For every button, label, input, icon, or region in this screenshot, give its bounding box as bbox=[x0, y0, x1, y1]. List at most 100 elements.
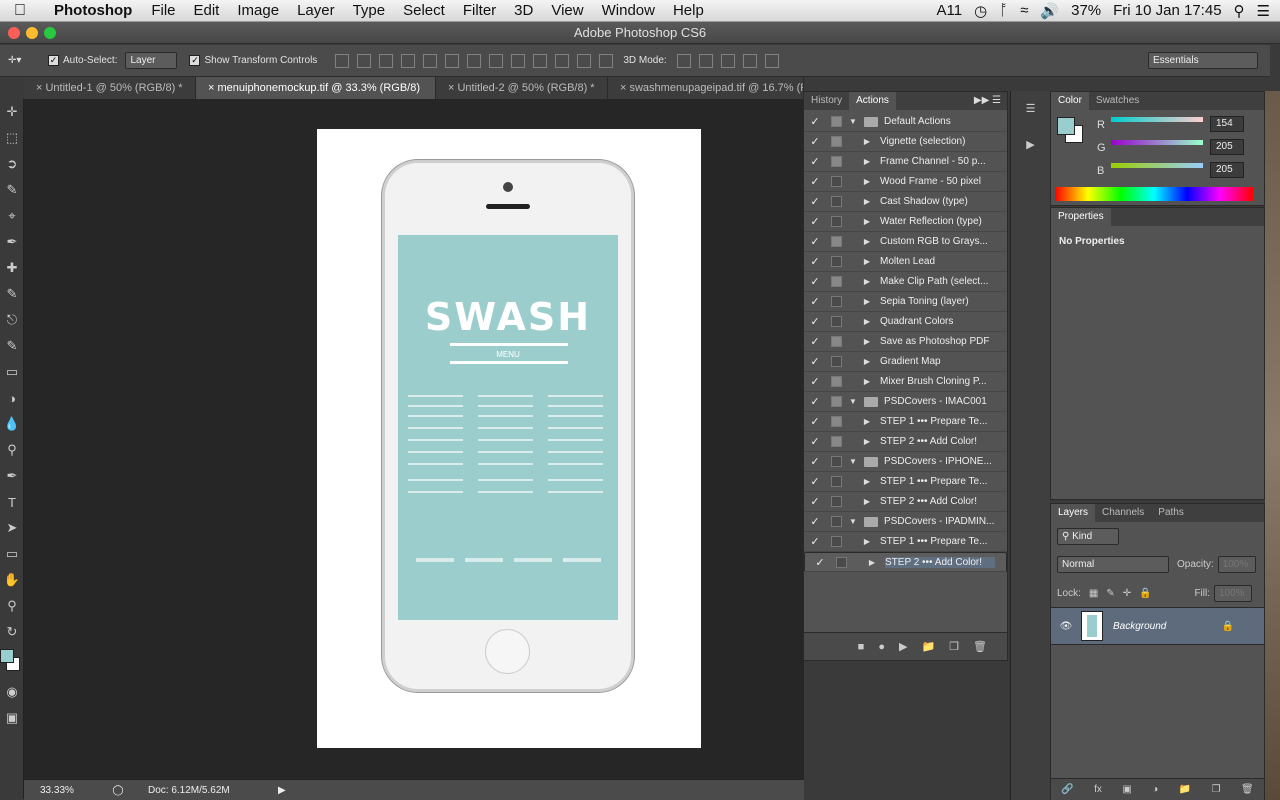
swap-colors-icon[interactable]: ↻ bbox=[0, 619, 24, 645]
actions-panel-icon[interactable]: ▶ bbox=[1011, 127, 1050, 163]
distribute-vcenter-icon[interactable] bbox=[489, 53, 504, 68]
auto-select-dropdown[interactable]: Layer bbox=[125, 52, 178, 69]
action-row[interactable]: ✓ ▶ STEP 1 ••• Prepare Te... bbox=[804, 532, 1007, 552]
disclosure-collapsed-icon[interactable]: ▶ bbox=[860, 357, 874, 366]
action-enabled-checkmark-icon[interactable]: ✓ bbox=[804, 515, 826, 528]
color-foreground-swatch[interactable] bbox=[1057, 117, 1075, 135]
action-enabled-checkmark-icon[interactable]: ✓ bbox=[804, 355, 826, 368]
workspace-dropdown[interactable]: Essentials bbox=[1148, 52, 1258, 69]
action-row[interactable]: ✓ ▼ Default Actions bbox=[804, 112, 1007, 132]
action-dialog-toggle[interactable] bbox=[831, 556, 851, 568]
new-action-icon[interactable]: ❐ bbox=[949, 640, 959, 653]
3d-slide-icon[interactable] bbox=[742, 53, 757, 68]
action-enabled-checkmark-icon[interactable]: ✓ bbox=[804, 295, 826, 308]
action-row[interactable]: ✓ ▶ STEP 2 ••• Add Color! bbox=[804, 432, 1007, 452]
lock-all-icon[interactable]: 🔒 bbox=[1139, 588, 1151, 599]
align-top-icon[interactable] bbox=[335, 53, 350, 68]
menu-type[interactable]: Type bbox=[344, 0, 395, 22]
bluetooth-icon[interactable]: ᚩ bbox=[999, 2, 1008, 19]
new-layer-icon[interactable]: ❐ bbox=[1212, 784, 1221, 795]
history-brush-tool-icon[interactable]: ✎ bbox=[0, 333, 24, 359]
disclosure-collapsed-icon[interactable]: ▶ bbox=[860, 437, 874, 446]
status-icon[interactable]: ◯ bbox=[88, 785, 148, 796]
action-enabled-checkmark-icon[interactable]: ✓ bbox=[804, 155, 826, 168]
blur-tool-icon[interactable]: 💧 bbox=[0, 411, 24, 437]
link-layers-icon[interactable]: 🔗 bbox=[1061, 784, 1073, 795]
3d-drag-icon[interactable] bbox=[720, 53, 735, 68]
disclosure-collapsed-icon[interactable]: ▶ bbox=[860, 257, 874, 266]
distribute-left-icon[interactable] bbox=[533, 53, 548, 68]
action-dialog-toggle[interactable] bbox=[826, 476, 846, 487]
move-tool-icon[interactable]: ✛ bbox=[0, 99, 24, 125]
action-enabled-checkmark-icon[interactable]: ✓ bbox=[804, 475, 826, 488]
apple-icon[interactable]:  bbox=[0, 2, 40, 20]
path-selection-tool-icon[interactable]: ➤ bbox=[0, 515, 24, 541]
healing-brush-tool-icon[interactable]: ✚ bbox=[0, 255, 24, 281]
align-left-icon[interactable] bbox=[401, 53, 416, 68]
menu-image[interactable]: Image bbox=[228, 0, 288, 22]
action-row[interactable]: ✓ ▶ Make Clip Path (select... bbox=[804, 272, 1007, 292]
layer-row-background[interactable]: 👁 Background 🔒 bbox=[1051, 607, 1264, 645]
adobe-status-icon[interactable]: А11 bbox=[936, 2, 962, 19]
lock-position-icon[interactable]: ✛ bbox=[1123, 588, 1131, 599]
rectangle-tool-icon[interactable]: ▭ bbox=[0, 541, 24, 567]
notification-center-icon[interactable]: ☰ bbox=[1257, 2, 1270, 20]
action-row[interactable]: ✓ ▶ Mixer Brush Cloning P... bbox=[804, 372, 1007, 392]
distribute-bottom-icon[interactable] bbox=[511, 53, 526, 68]
action-enabled-checkmark-icon[interactable]: ✓ bbox=[804, 115, 826, 128]
align-right-icon[interactable] bbox=[445, 53, 460, 68]
blend-mode-dropdown[interactable]: Normal bbox=[1057, 556, 1169, 573]
eraser-tool-icon[interactable]: ▭ bbox=[0, 359, 24, 385]
action-dialog-toggle[interactable] bbox=[826, 136, 846, 147]
action-enabled-checkmark-icon[interactable]: ✓ bbox=[809, 556, 831, 569]
panel-menu-icon[interactable]: ▶▶ ☰ bbox=[974, 92, 1007, 110]
action-dialog-toggle[interactable] bbox=[826, 376, 846, 387]
quick-mask-icon[interactable]: ◉ bbox=[0, 679, 24, 705]
action-dialog-toggle[interactable] bbox=[826, 416, 846, 427]
menu-select[interactable]: Select bbox=[394, 0, 454, 22]
play-icon[interactable]: ▶ bbox=[899, 640, 907, 653]
clone-stamp-tool-icon[interactable]: ⎋ bbox=[0, 307, 24, 333]
tab-channels[interactable]: Channels bbox=[1095, 504, 1151, 522]
action-row[interactable]: ✓ ▶ Water Reflection (type) bbox=[804, 212, 1007, 232]
action-enabled-checkmark-icon[interactable]: ✓ bbox=[804, 415, 826, 428]
lock-image-icon[interactable]: ✎ bbox=[1106, 588, 1114, 599]
show-transform-checkbox[interactable]: ✓ bbox=[189, 55, 201, 66]
adjustment-layer-icon[interactable]: ◑ bbox=[1152, 784, 1158, 795]
brush-tool-icon[interactable]: ✎ bbox=[0, 281, 24, 307]
action-row[interactable]: ✓ ▼ PSDCovers - IPADMIN... bbox=[804, 512, 1007, 532]
hand-tool-icon[interactable]: ✋ bbox=[0, 567, 24, 593]
disclosure-expanded-icon[interactable]: ▼ bbox=[846, 457, 860, 466]
r-value[interactable]: 154 bbox=[1210, 116, 1244, 132]
action-dialog-toggle[interactable] bbox=[826, 296, 846, 307]
quick-select-tool-icon[interactable]: ✎ bbox=[0, 177, 24, 203]
action-dialog-toggle[interactable] bbox=[826, 276, 846, 287]
action-enabled-checkmark-icon[interactable]: ✓ bbox=[804, 195, 826, 208]
action-row[interactable]: ✓ ▶ Frame Channel - 50 p... bbox=[804, 152, 1007, 172]
paint-bucket-tool-icon[interactable]: ◑ bbox=[0, 385, 24, 411]
tab-paths[interactable]: Paths bbox=[1151, 504, 1191, 522]
tab-untitled-1[interactable]: × Untitled-1 @ 50% (RGB/8) * bbox=[24, 77, 196, 99]
disclosure-collapsed-icon[interactable]: ▶ bbox=[860, 317, 874, 326]
tab-untitled-2[interactable]: × Untitled-2 @ 50% (RGB/8) * bbox=[436, 77, 608, 99]
fill-field[interactable]: 100% bbox=[1214, 585, 1252, 602]
action-row[interactable]: ✓ ▶ STEP 1 ••• Prepare Te... bbox=[804, 412, 1007, 432]
action-row[interactable]: ✓ ▶ Cast Shadow (type) bbox=[804, 192, 1007, 212]
layer-style-icon[interactable]: fx bbox=[1094, 784, 1102, 795]
action-row[interactable]: ✓ ▶ STEP 1 ••• Prepare Te... bbox=[804, 472, 1007, 492]
action-enabled-checkmark-icon[interactable]: ✓ bbox=[804, 175, 826, 188]
add-mask-icon[interactable]: ▣ bbox=[1122, 784, 1131, 795]
action-row[interactable]: ✓ ▶ Wood Frame - 50 pixel bbox=[804, 172, 1007, 192]
action-dialog-toggle[interactable] bbox=[826, 176, 846, 187]
pen-tool-icon[interactable]: ✒ bbox=[0, 463, 24, 489]
align-vcenter-icon[interactable] bbox=[357, 53, 372, 68]
new-set-icon[interactable]: 📁 bbox=[921, 640, 935, 653]
action-enabled-checkmark-icon[interactable]: ✓ bbox=[804, 335, 826, 348]
foreground-color-swatch[interactable] bbox=[0, 649, 14, 663]
action-row[interactable]: ✓ ▼ PSDCovers - IPHONE... bbox=[804, 452, 1007, 472]
zoom-tool-icon[interactable]: ⚲ bbox=[0, 593, 24, 619]
action-dialog-toggle[interactable] bbox=[826, 316, 846, 327]
action-dialog-toggle[interactable] bbox=[826, 456, 846, 467]
action-enabled-checkmark-icon[interactable]: ✓ bbox=[804, 375, 826, 388]
action-enabled-checkmark-icon[interactable]: ✓ bbox=[804, 435, 826, 448]
